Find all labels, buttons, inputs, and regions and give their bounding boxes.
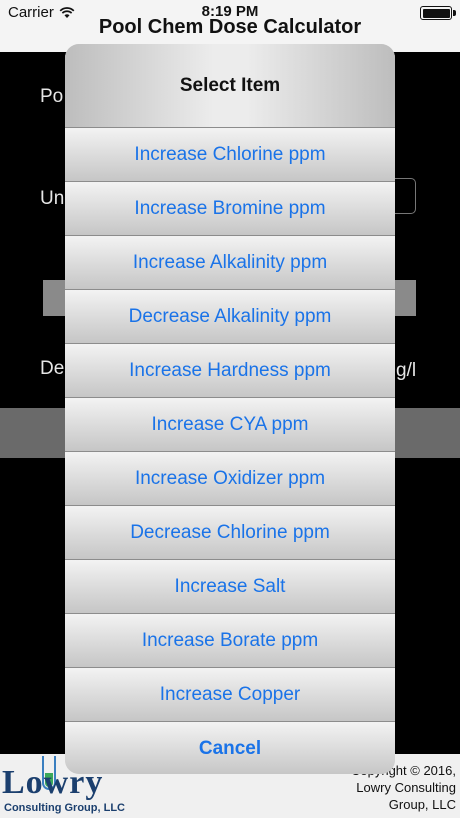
bg-label-unit: g/l [396, 360, 417, 381]
option-decrease-alkalinity[interactable]: Decrease Alkalinity ppm [65, 289, 395, 343]
copyright-line: Lowry Consulting [356, 780, 456, 795]
select-item-action-sheet: Select Item Increase Chlorine ppm Increa… [65, 44, 395, 774]
option-increase-borate[interactable]: Increase Borate ppm [65, 613, 395, 667]
option-increase-cya[interactable]: Increase CYA ppm [65, 397, 395, 451]
option-increase-bromine[interactable]: Increase Bromine ppm [65, 181, 395, 235]
option-increase-oxidizer[interactable]: Increase Oxidizer ppm [65, 451, 395, 505]
bg-label-dose: De [40, 358, 65, 379]
copyright-line: Group, LLC [388, 797, 456, 812]
option-increase-copper[interactable]: Increase Copper [65, 667, 395, 721]
option-increase-hardness[interactable]: Increase Hardness ppm [65, 343, 395, 397]
cancel-button[interactable]: Cancel [65, 721, 395, 774]
bg-label-units: Un [40, 188, 65, 209]
option-increase-salt[interactable]: Increase Salt [65, 559, 395, 613]
bg-label-pool: Po [40, 86, 64, 107]
logo-subtitle: Consulting Group, LLC [4, 802, 125, 814]
option-increase-chlorine[interactable]: Increase Chlorine ppm [65, 127, 395, 181]
app-title: Pool Chem Dose Calculator [98, 16, 362, 38]
action-sheet-title: Select Item [65, 44, 395, 127]
option-decrease-chlorine[interactable]: Decrease Chlorine ppm [65, 505, 395, 559]
option-increase-alkalinity[interactable]: Increase Alkalinity ppm [65, 235, 395, 289]
